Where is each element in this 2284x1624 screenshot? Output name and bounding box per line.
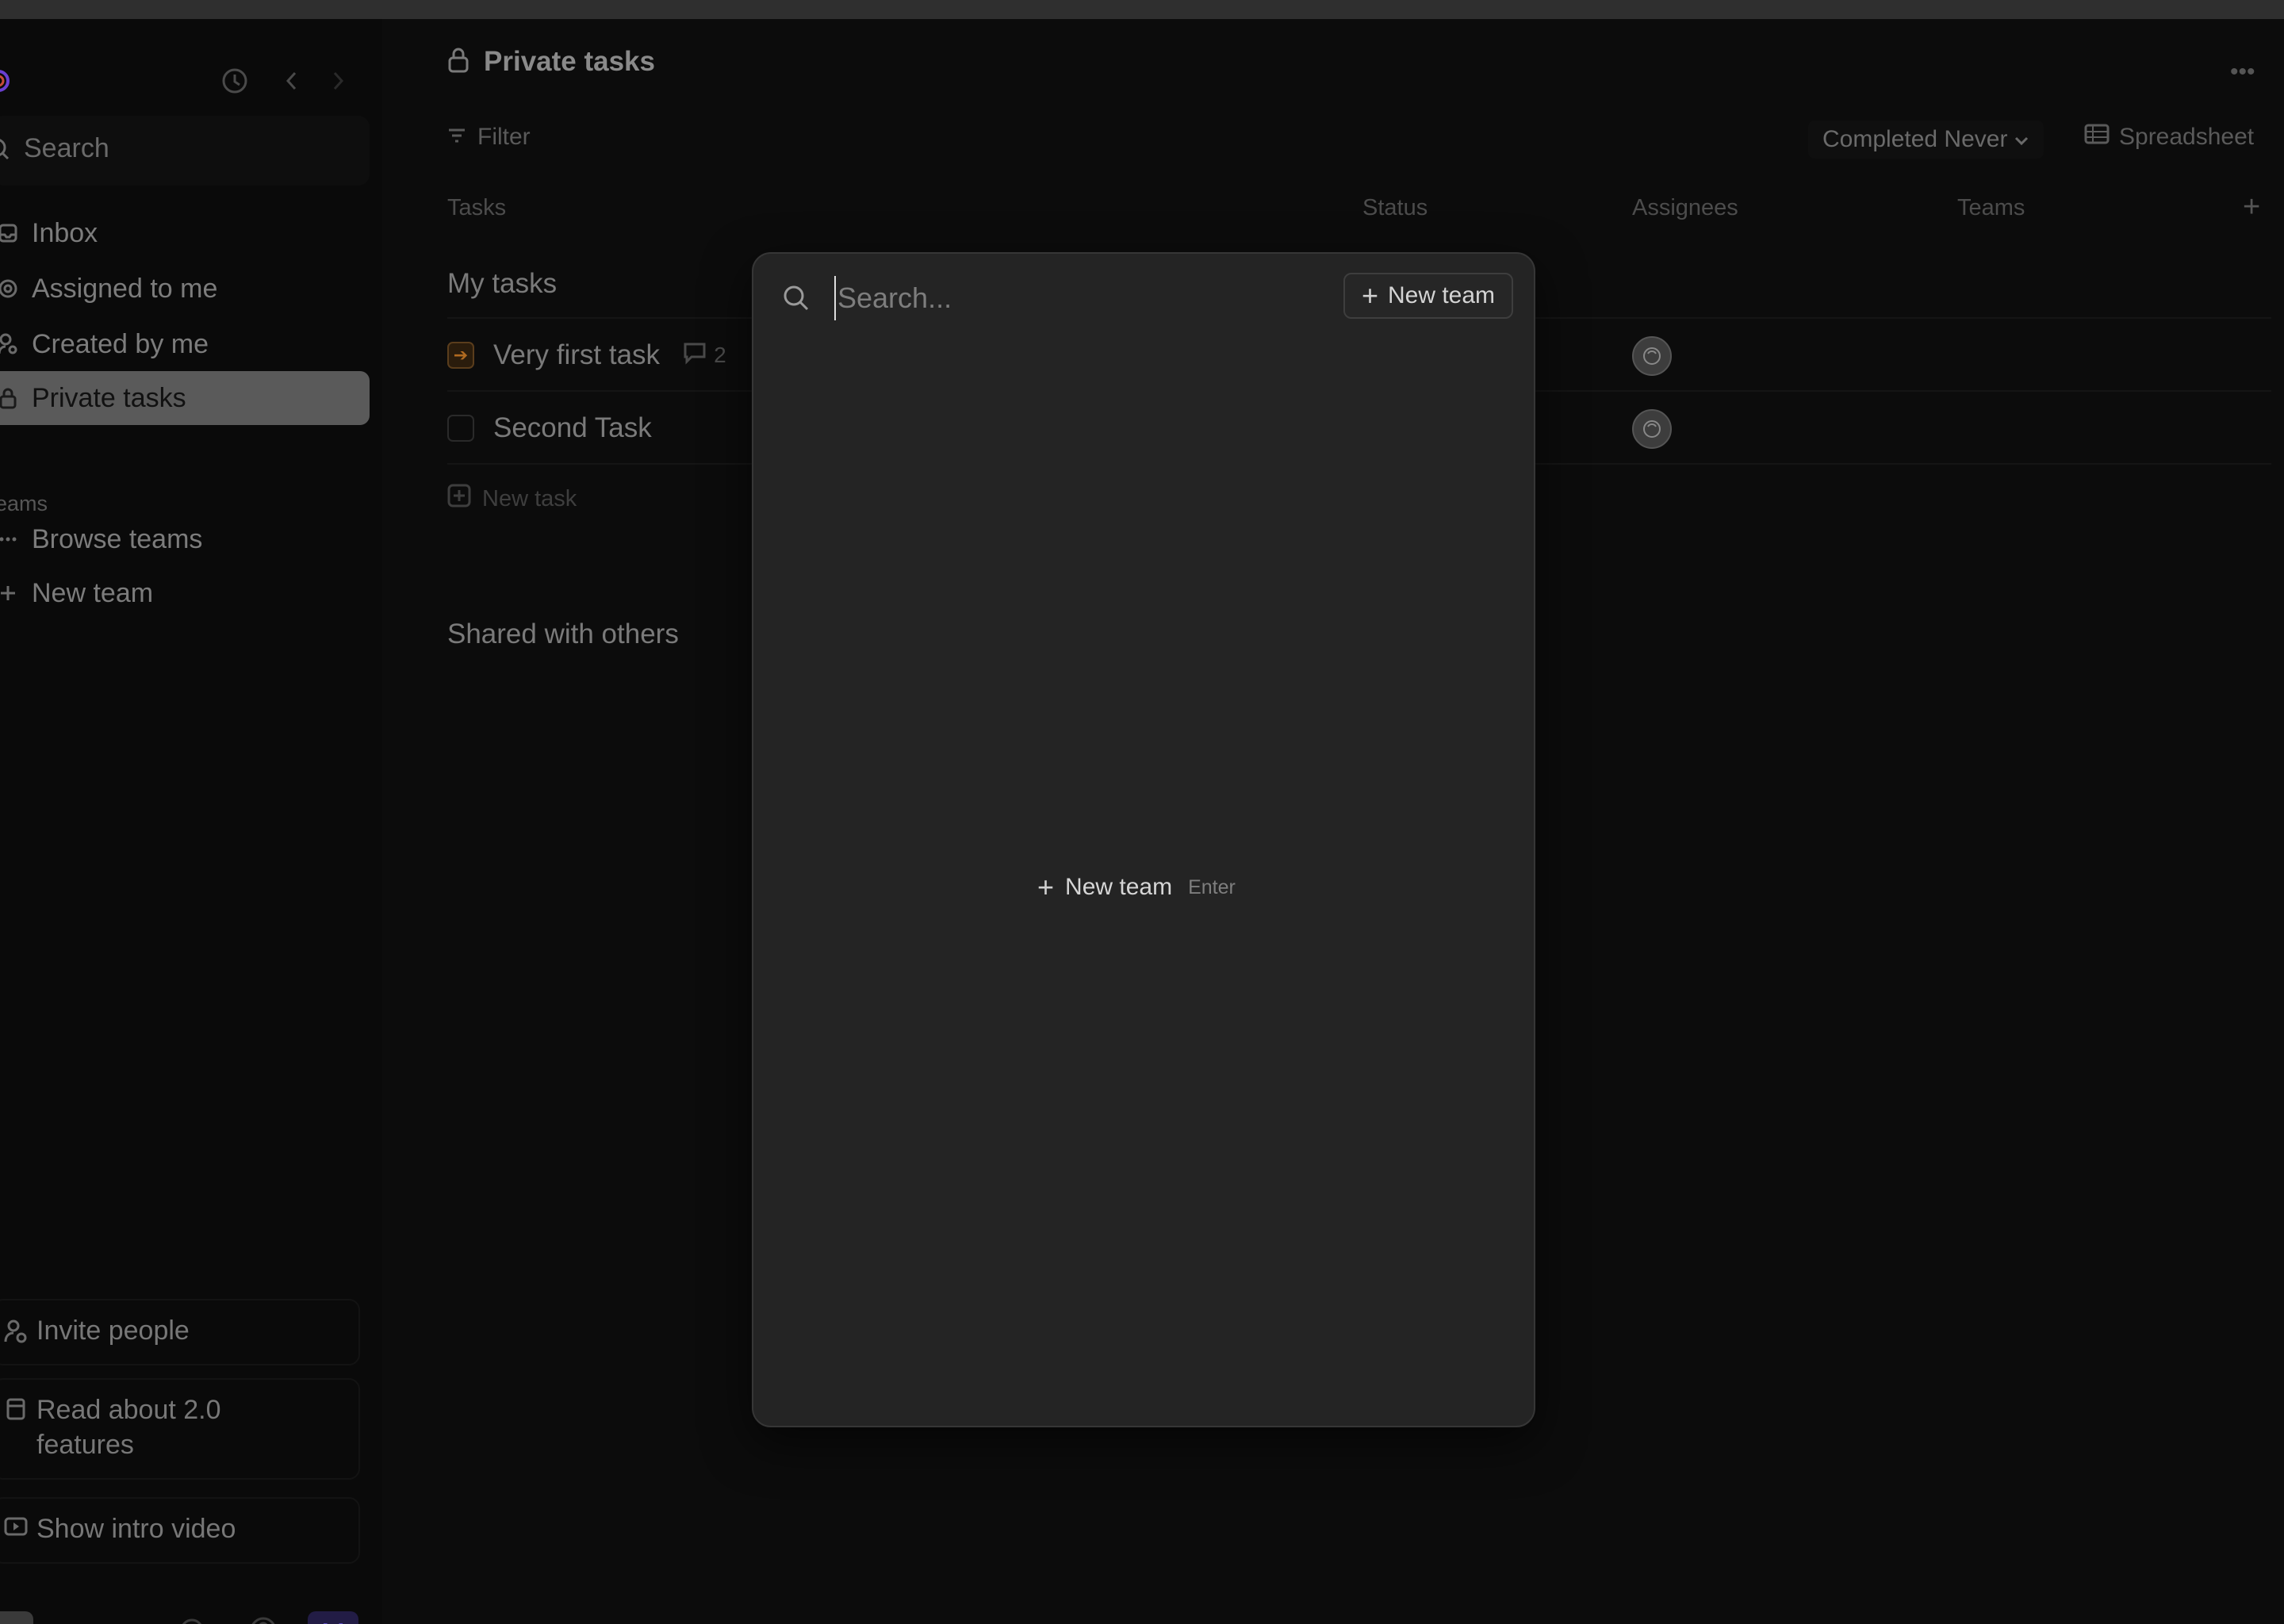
create-team-option[interactable]: + New team Enter (1037, 871, 1236, 904)
create-team-label: New team (1065, 874, 1173, 900)
document-icon (0, 1380, 32, 1421)
completed-filter-label: Completed Never (1822, 126, 2008, 152)
enter-shortcut-hint: Enter (1188, 875, 1236, 898)
sidebar-search-placeholder: Search (24, 133, 109, 163)
user-icon (0, 333, 25, 355)
lock-icon (447, 47, 469, 78)
task-title[interactable]: Second Task (493, 412, 652, 444)
read-features-button[interactable]: Read about 2.0 features (0, 1378, 360, 1480)
inbox-icon (0, 223, 25, 243)
sidebar-item-label: Inbox (32, 217, 98, 248)
group-title-shared[interactable]: Shared with others (447, 619, 679, 650)
task-row[interactable]: Second Task (447, 412, 652, 444)
intro-video-button[interactable]: Show intro video (0, 1497, 360, 1564)
column-header-assignees[interactable]: Assignees (1632, 195, 1738, 221)
plus-icon: + (1037, 871, 1055, 903)
sidebar-item-browse-teams[interactable]: Browse teams (0, 512, 370, 566)
sidebar-item-inbox[interactable]: Inbox (0, 206, 370, 260)
new-task-label: New task (482, 485, 577, 511)
spreadsheet-icon (2084, 124, 2110, 151)
invite-user-icon (0, 1300, 32, 1345)
task-row[interactable]: ➔ Very first task 2 (447, 339, 726, 371)
history-icon[interactable] (219, 65, 251, 97)
spreadsheet-view-button[interactable]: Spreadsheet (2084, 124, 2254, 151)
sidebar-item-label: Private tasks (32, 382, 186, 413)
sidebar-item-label: Browse teams (32, 523, 203, 554)
sidebar-item-label: Assigned to me (32, 273, 218, 304)
user-avatar[interactable]: M (308, 1611, 358, 1624)
more-options-icon[interactable]: ••• (2230, 59, 2255, 86)
task-title[interactable]: Very first task (493, 339, 660, 371)
sidebar-item-assigned[interactable]: Assigned to me (0, 262, 370, 316)
page-title-text: Private tasks (484, 46, 655, 77)
search-icon (782, 284, 811, 316)
invite-people-button[interactable]: Invite people (0, 1299, 360, 1365)
filter-button[interactable]: Filter (447, 124, 531, 151)
sidebar-item-created[interactable]: Created by me (0, 317, 370, 371)
comment-icon (682, 341, 707, 370)
plus-square-icon (447, 484, 471, 514)
view-label: Spreadsheet (2119, 124, 2255, 150)
in-progress-status-icon[interactable]: ➔ (447, 342, 474, 369)
app-logo-icon[interactable] (0, 67, 14, 95)
search-icon (0, 138, 10, 166)
help-icon[interactable] (246, 1613, 281, 1624)
group-title-my-tasks[interactable]: My tasks (447, 268, 557, 300)
new-task-button[interactable]: New task (447, 484, 577, 514)
team-picker-modal: + New team + New team Enter (752, 252, 1535, 1427)
plus-icon: + (1361, 279, 1378, 312)
page-title: Private tasks (447, 46, 655, 78)
new-team-button[interactable]: + New team (1343, 273, 1513, 319)
intro-video-label: Show intro video (36, 1514, 236, 1544)
completed-filter-dropdown[interactable]: Completed Never (1808, 121, 2044, 159)
lock-icon (0, 387, 25, 409)
comment-count[interactable]: 2 (682, 341, 726, 370)
chevron-down-icon (2014, 126, 2029, 153)
target-icon (0, 278, 25, 299)
column-header-teams[interactable]: Teams (1957, 195, 2025, 221)
todo-status-icon[interactable] (447, 415, 474, 442)
column-header-status[interactable]: Status (1362, 195, 1428, 221)
read-features-label-line1: Read about 2.0 (36, 1395, 221, 1425)
comment-count-text: 2 (714, 343, 726, 367)
back-icon[interactable] (276, 65, 308, 97)
sidebar-item-new-team[interactable]: New team (0, 566, 370, 620)
new-team-button-label: New team (1387, 282, 1496, 308)
filter-label: Filter (477, 124, 531, 150)
forward-icon[interactable] (322, 65, 354, 97)
assignee-avatar[interactable] (1632, 336, 1672, 376)
add-button[interactable]: + (0, 1611, 33, 1624)
sidebar: Search Inbox Assigned to me Created by m… (0, 19, 382, 1624)
column-header-tasks[interactable]: Tasks (447, 195, 506, 221)
sidebar-item-label: Created by me (32, 328, 209, 359)
team-search-input[interactable] (834, 276, 1310, 320)
filter-icon (447, 124, 466, 151)
invite-people-label: Invite people (36, 1316, 190, 1346)
sidebar-search[interactable]: Search (0, 116, 370, 186)
assignee-avatar[interactable] (1632, 409, 1672, 449)
window-title-bar (0, 0, 2284, 19)
settings-icon[interactable] (174, 1613, 209, 1624)
read-features-label: Read about 2.0 features (36, 1380, 221, 1462)
add-column-icon[interactable]: + (2243, 190, 2260, 224)
sidebar-item-label: New team (32, 577, 154, 608)
sidebar-item-private-tasks[interactable]: Private tasks (0, 371, 370, 425)
plus-icon (0, 584, 25, 602)
read-features-label-line2: features (36, 1430, 134, 1460)
video-icon (0, 1499, 32, 1537)
more-dots-icon (0, 536, 25, 542)
